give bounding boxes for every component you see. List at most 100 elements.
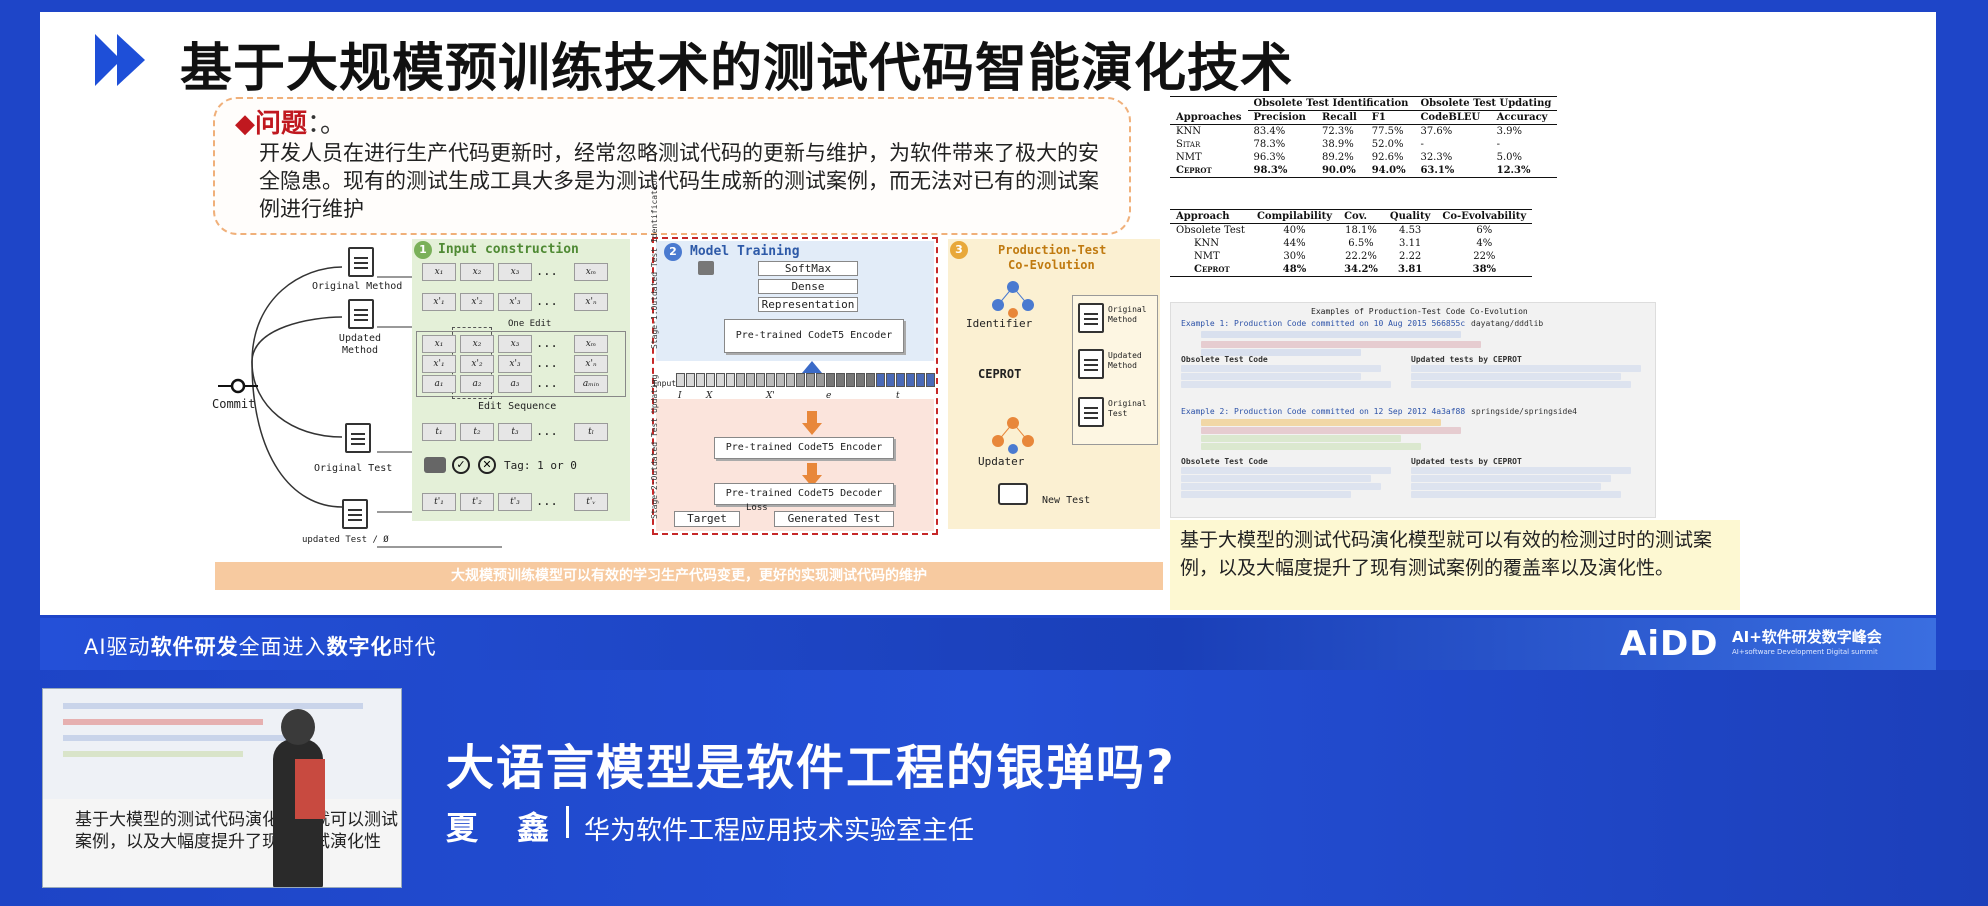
- commit-icon: [218, 378, 258, 394]
- row_xp-cell: x'₃: [498, 293, 532, 311]
- camera-overlay-text: 基于大模型的测试代码演化模型就可以测试案例，以及大幅度提升了现有测试演化性: [75, 810, 398, 852]
- example2-obsolete-label: Obsolete Test Code: [1181, 457, 1268, 466]
- table-cell: KNN: [1176, 126, 1201, 137]
- example1-repo: dayatang/dddlib: [1471, 319, 1544, 328]
- row_tp-cell: t'ᵥ: [574, 493, 608, 511]
- table-cell: 83.4%: [1253, 126, 1286, 137]
- loss-label: Loss: [746, 503, 768, 513]
- table-cell: 77.5%: [1371, 126, 1404, 137]
- t1-body: KNN 83.4% 72.3% 77.5% 37.6% 3.9% Sitar 78.3% 38.…: [1170, 125, 1558, 178]
- input-token: [766, 373, 775, 387]
- code-line: [1201, 331, 1461, 338]
- examples-panel: Examples of Production-Test Code Co-Evol…: [1170, 302, 1656, 518]
- one-edit-label: One Edit: [508, 319, 552, 329]
- softmax-box: SoftMax: [758, 261, 858, 276]
- table-row: Obsolete Test 40% 18.1% 4.53 6%: [1170, 224, 1532, 238]
- input-token: [896, 373, 905, 387]
- table-header-cell: Approaches: [1170, 110, 1248, 125]
- example1-heading: Example 1: Production Code committed on …: [1181, 319, 1466, 328]
- row_t-cell: tₗ: [574, 423, 608, 441]
- table-cell: 6%: [1476, 225, 1493, 236]
- problem-heading: ◆问题：。: [235, 109, 347, 139]
- row_tp-cell: t'₃: [498, 493, 532, 511]
- table-cell: 38%: [1436, 263, 1533, 277]
- row_xp-cell: x'₂: [460, 293, 494, 311]
- row_xp-cell: x'ₙ: [574, 293, 608, 311]
- table-cell: Ceprot: [1170, 263, 1251, 277]
- aidd-logo: AiDD: [1620, 624, 1719, 664]
- table-header-cell: Precision: [1247, 110, 1316, 125]
- table-cell: 63.1%: [1414, 164, 1491, 178]
- input-symbol: I: [678, 391, 682, 401]
- updated-test-doc-icon: [342, 499, 368, 529]
- seq_x-cell: x₂: [460, 335, 494, 353]
- t1-group2-header: Obsolete Test Updating: [1414, 96, 1558, 111]
- code-line: [1181, 381, 1391, 388]
- input-token: [706, 373, 715, 387]
- examples-title: Examples of Production-Test Code Co-Evol…: [1311, 307, 1528, 316]
- row_xp-cell: ...: [536, 294, 558, 308]
- table-cell: 3.11: [1399, 238, 1422, 249]
- stage2-dashed-frame: 2 Model Training SoftMax Dense Represent…: [650, 176, 938, 535]
- stage3-original-test-icon: [1078, 397, 1104, 427]
- conference-name: AI+软件研发数字峰会: [1732, 628, 1882, 646]
- updater-network-icon: [992, 417, 1034, 454]
- speaker-name: 夏 鑫: [446, 809, 564, 847]
- seq_xp-cell: x'₂: [460, 355, 494, 373]
- code-line: [1201, 435, 1401, 442]
- seq_x-cell: xₘ: [574, 335, 608, 353]
- input-symbols: I X X' e t: [676, 391, 936, 403]
- row_t-cell: t₃: [498, 423, 532, 441]
- input-token: [736, 373, 745, 387]
- table-cell: -: [1496, 139, 1501, 150]
- table-cell: 12.3%: [1490, 164, 1558, 178]
- code-line: [1411, 365, 1641, 372]
- table-cell: 44%: [1283, 238, 1306, 249]
- t1-group1-header: Obsolete Test Identification: [1247, 96, 1415, 111]
- seq_a-cell: a₁: [422, 375, 456, 393]
- stage3-title-line2: Co-Evolution: [1008, 258, 1095, 272]
- results-table-1: Obsolete Test Identification Obsolete Te…: [1170, 96, 1558, 178]
- table-cell: 6.5%: [1348, 238, 1374, 249]
- input-token: [906, 373, 915, 387]
- identifier-label: Identifier: [966, 317, 1033, 330]
- code-line: [1201, 443, 1421, 450]
- input-token: [776, 373, 785, 387]
- camera-code-line-4: [63, 751, 243, 757]
- table-cell: 32.3%: [1420, 152, 1453, 163]
- input-symbol: X: [706, 391, 713, 401]
- code-line: [1411, 381, 1631, 388]
- table-cell: 4.53: [1399, 225, 1422, 236]
- table-cell: KNN: [1194, 238, 1219, 249]
- input-token: [716, 373, 725, 387]
- up-arrow-icon: [802, 361, 822, 373]
- table-cell: 3.9%: [1496, 126, 1523, 137]
- tag-label: Tag: 1 or 0: [504, 459, 577, 472]
- summary-box: 基于大模型的测试代码演化模型就可以有效的检测过时的测试案例，以及大幅度提升了现有…: [1170, 520, 1740, 610]
- stage3-number-badge: 3: [950, 241, 968, 259]
- table-row: Ceprot 48% 34.2% 3.81 38%: [1170, 263, 1533, 277]
- identifier-network-icon: [992, 281, 1034, 318]
- stage1-content: 1 Input construction x₁ x₂ x₃... xₘ x'₁ x'₂ x…: [412, 239, 630, 521]
- input-token: [726, 373, 735, 387]
- code-line: [1181, 491, 1351, 498]
- example2-repo: springside/springside4: [1471, 407, 1577, 416]
- table-row: KNN 44% 6.5% 3.11 4%: [1170, 237, 1532, 250]
- table-cell: 52.0%: [1371, 139, 1404, 150]
- slogan-part-2: 软件研发: [150, 635, 239, 659]
- stage2-side-label: Stage-2:Outdated Test Updating: [650, 374, 659, 520]
- label-commit: Commit: [212, 397, 256, 411]
- slogan-part-3: 全面进入: [238, 635, 327, 659]
- seq_xp-cell: x'₁: [422, 355, 456, 373]
- table-cell: 78.3%: [1253, 139, 1286, 150]
- camera-code-line: [63, 703, 363, 709]
- label-updated-test: updated Test / Ø: [302, 535, 389, 545]
- row_t-cell: ...: [536, 424, 558, 438]
- speaker-role: 华为软件工程应用技术实验室主任: [584, 816, 975, 846]
- table-header-cell: CodeBLEU: [1414, 110, 1491, 125]
- updater-label: Updater: [978, 455, 1025, 468]
- representation-box: Representation: [758, 297, 858, 312]
- table-header-cell: Co-Evolvability: [1436, 209, 1533, 224]
- conference-subtitle: AI+software Development Digital summit: [1732, 648, 1878, 656]
- decoder-box: Pre-trained CodeT5 Decoder: [714, 483, 894, 505]
